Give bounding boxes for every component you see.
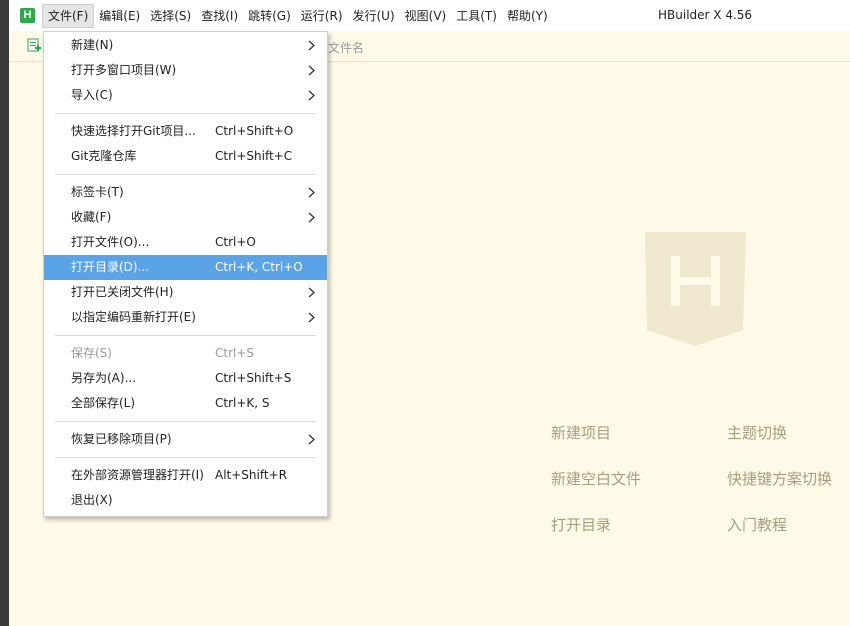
link-open-directory[interactable]: 打开目录 — [551, 514, 611, 535]
menu-separator — [55, 421, 316, 422]
chevron-right-icon — [308, 287, 315, 298]
menu-item-import[interactable]: 导入(C) — [44, 83, 327, 108]
menu-item-label: 以指定编码重新打开(E) — [71, 310, 196, 324]
menu-help[interactable]: 帮助(Y) — [502, 4, 553, 28]
menu-goto[interactable]: 跳转(G) — [243, 4, 296, 28]
menu-item-open-closed-file[interactable]: 打开已关闭文件(H) — [44, 280, 327, 305]
menu-item-git-clone[interactable]: Git克隆仓库 Ctrl+Shift+C — [44, 144, 327, 169]
menu-item-shortcut: Ctrl+O — [215, 235, 256, 249]
chevron-right-icon — [308, 312, 315, 323]
menu-item-shortcut: Ctrl+K, S — [215, 396, 270, 410]
hbuilder-logo-icon — [645, 232, 746, 346]
menu-item-shortcut: Ctrl+Shift+S — [215, 371, 292, 385]
menu-publish[interactable]: 发行(U) — [348, 4, 400, 28]
link-keymap-switch[interactable]: 快捷键方案切换 — [727, 468, 832, 489]
menu-item-open-file[interactable]: 打开文件(O)... Ctrl+O — [44, 230, 327, 255]
new-project-icon[interactable] — [27, 38, 41, 53]
chevron-right-icon — [308, 40, 315, 51]
link-tutorial[interactable]: 入门教程 — [727, 514, 787, 535]
link-new-project[interactable]: 新建项目 — [551, 422, 611, 443]
menu-run[interactable]: 运行(R) — [296, 4, 348, 28]
app-logo-icon: H — [20, 8, 35, 23]
menu-items: 文件(F) 编辑(E) 选择(S) 查找(I) 跳转(G) 运行(R) 发行(U… — [42, 0, 553, 31]
window-left-edge — [0, 0, 9, 626]
link-new-blank-file[interactable]: 新建空白文件 — [551, 468, 641, 489]
menu-item-save-all[interactable]: 全部保存(L) Ctrl+K, S — [44, 391, 327, 416]
chevron-right-icon — [308, 187, 315, 198]
menu-separator — [55, 113, 316, 114]
chevron-right-icon — [308, 434, 315, 445]
menu-item-shortcut: Ctrl+Shift+C — [215, 149, 293, 163]
menu-find[interactable]: 查找(I) — [196, 4, 243, 28]
menu-item-new[interactable]: 新建(N) — [44, 33, 327, 58]
menu-item-save[interactable]: 保存(S) Ctrl+S — [44, 341, 327, 366]
menu-item-open-multi-window[interactable]: 打开多窗口项目(W) — [44, 58, 327, 83]
app-title: HBuilder X 4.56 — [658, 8, 753, 22]
menu-item-label: 在外部资源管理器打开(I) — [71, 468, 204, 482]
menu-item-shortcut: Alt+Shift+R — [215, 468, 287, 482]
menu-item-shortcut: Ctrl+S — [215, 346, 255, 360]
menu-item-label: 打开文件(O)... — [71, 235, 150, 249]
menu-separator — [55, 174, 316, 175]
menu-item-shortcut: Ctrl+K, Ctrl+O — [215, 260, 303, 274]
menu-item-shortcut: Ctrl+Shift+O — [215, 124, 294, 138]
menu-select[interactable]: 选择(S) — [145, 4, 196, 28]
menu-item-restore-removed[interactable]: 恢复已移除项目(P) — [44, 427, 327, 452]
menu-separator — [55, 335, 316, 336]
menu-view[interactable]: 视图(V) — [400, 4, 452, 28]
menu-item-label: 打开多窗口项目(W) — [71, 63, 177, 77]
menu-item-label: 保存(S) — [71, 346, 112, 360]
menu-item-label: 标签卡(T) — [71, 185, 124, 199]
menu-item-open-in-explorer[interactable]: 在外部资源管理器打开(I) Alt+Shift+R — [44, 463, 327, 488]
menu-item-label: 打开已关闭文件(H) — [71, 285, 174, 299]
menu-item-label: 全部保存(L) — [71, 396, 136, 410]
menu-item-tabs[interactable]: 标签卡(T) — [44, 180, 327, 205]
menu-item-label: 打开目录(D)... — [71, 260, 150, 274]
menu-item-label: 退出(X) — [71, 493, 113, 507]
menu-item-label: Git克隆仓库 — [71, 149, 137, 163]
menu-file[interactable]: 文件(F) — [42, 3, 95, 28]
menu-item-favorites[interactable]: 收藏(F) — [44, 205, 327, 230]
chevron-right-icon — [308, 65, 315, 76]
chevron-right-icon — [308, 90, 315, 101]
chevron-right-icon — [308, 212, 315, 223]
menu-item-label: 恢复已移除项目(P) — [71, 432, 172, 446]
menu-item-label: 导入(C) — [71, 88, 113, 102]
menu-item-reopen-encoding[interactable]: 以指定编码重新打开(E) — [44, 305, 327, 330]
menu-item-label: 收藏(F) — [71, 210, 112, 224]
menu-item-save-as[interactable]: 另存为(A)... Ctrl+Shift+S — [44, 366, 327, 391]
file-menu-dropdown: 新建(N) 打开多窗口项目(W) 导入(C) 快速选择打开Git项目... Ct… — [43, 31, 328, 517]
menu-item-open-directory[interactable]: 打开目录(D)... Ctrl+K, Ctrl+O — [44, 255, 327, 280]
menu-tools[interactable]: 工具(T) — [451, 4, 502, 28]
menu-item-label: 新建(N) — [71, 38, 114, 52]
link-theme-switch[interactable]: 主题切换 — [727, 422, 787, 443]
file-search-placeholder[interactable]: 文件名 — [328, 39, 364, 56]
menu-item-git-open[interactable]: 快速选择打开Git项目... Ctrl+Shift+O — [44, 119, 327, 144]
menu-item-label: 快速选择打开Git项目... — [71, 124, 196, 138]
menu-bar: H 文件(F) 编辑(E) 选择(S) 查找(I) 跳转(G) 运行(R) 发行… — [9, 0, 850, 31]
menu-separator — [55, 457, 316, 458]
menu-item-label: 另存为(A)... — [71, 371, 137, 385]
menu-edit[interactable]: 编辑(E) — [94, 4, 145, 28]
menu-item-exit[interactable]: 退出(X) — [44, 488, 327, 513]
